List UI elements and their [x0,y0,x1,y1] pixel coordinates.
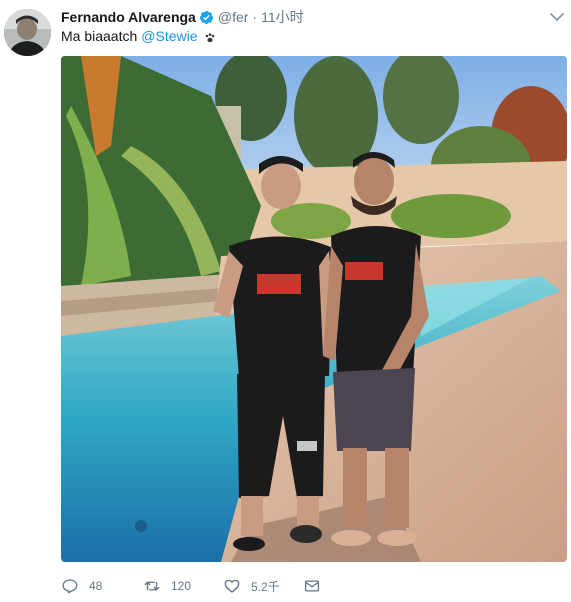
author-handle[interactable]: @fer [218,9,249,25]
reply-button[interactable]: 48 [61,577,143,595]
like-button[interactable]: 5.2千 [223,577,303,595]
reply-icon [62,579,78,594]
avatar[interactable] [4,9,51,56]
mail-icon [304,580,320,592]
tweet-text-body: Ma biaaatch [61,28,138,44]
retweet-button[interactable]: 120 [143,577,223,595]
photo-image [61,56,567,562]
tweet-card[interactable]: Fernando Alvarenga @fer · 11小时 Ma biaaat… [0,0,571,602]
direct-message-button[interactable] [303,577,321,595]
avatar-image [4,9,51,56]
timestamp[interactable]: 11小时 [261,7,304,27]
paw-prints-emoji-icon [204,30,216,43]
retweet-icon [144,581,160,591]
mention-link[interactable]: @Stewie [141,27,197,45]
tweet-actions: 48 120 5.2千 [61,575,321,597]
heart-icon [224,579,240,593]
tweet-header: Fernando Alvarenga @fer · 11小时 [61,8,304,26]
chevron-down-icon[interactable] [549,10,565,24]
tweet-photo[interactable] [61,56,567,562]
reply-count: 48 [89,579,103,593]
like-count: 5.2千 [251,579,280,594]
retweet-count: 120 [171,579,192,593]
tweet-text: Ma biaaatch @Stewie [61,27,216,45]
verified-badge-icon [199,10,214,25]
author-name[interactable]: Fernando Alvarenga [61,9,196,25]
separator-dot: · [252,9,258,25]
